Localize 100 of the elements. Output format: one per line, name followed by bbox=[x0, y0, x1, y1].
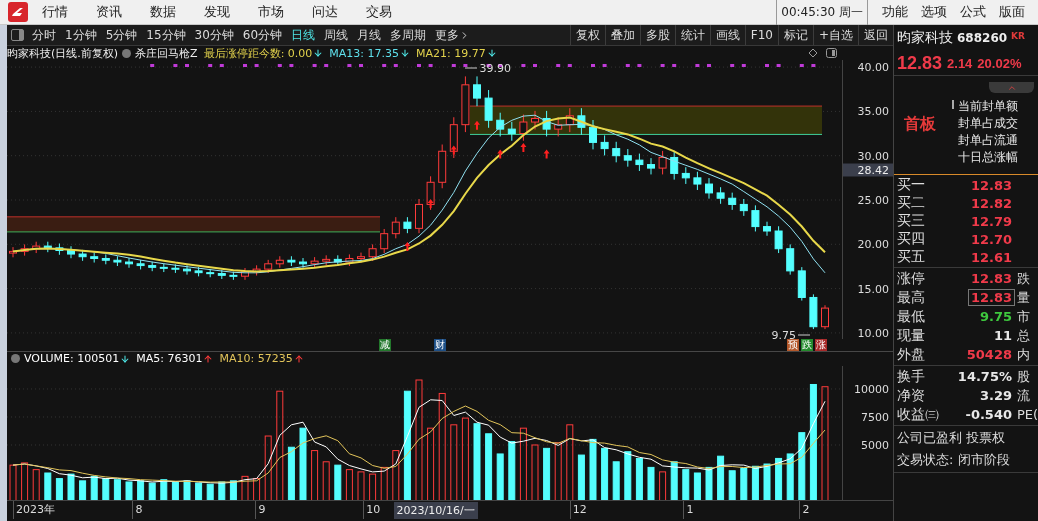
event-marker[interactable]: 减 bbox=[379, 338, 391, 351]
candle bbox=[531, 110, 539, 130]
stat-value: 3.29 bbox=[978, 387, 1013, 404]
stat-value: 12.83 bbox=[969, 270, 1013, 287]
crosshair-date: 2023/10/16/一 bbox=[393, 502, 478, 520]
stat-label: PE( bbox=[1016, 407, 1038, 422]
candle bbox=[600, 134, 609, 156]
toolbar-button[interactable]: 标记 bbox=[777, 25, 813, 45]
candle bbox=[751, 204, 760, 232]
candle bbox=[125, 257, 133, 269]
candle bbox=[20, 243, 29, 257]
stat-label: 收益㈢ bbox=[897, 405, 937, 424]
status-note: 交易状态: 闭市阶段 bbox=[896, 451, 1011, 469]
indicator-name: 杀庄回马枪Z bbox=[135, 45, 198, 61]
menu-item[interactable]: 资讯 bbox=[96, 3, 122, 21]
event-marker[interactable]: 预 bbox=[787, 338, 799, 351]
crosshair-price: 28.42 bbox=[843, 163, 893, 177]
menu-item[interactable]: 交易 bbox=[366, 3, 392, 21]
bid-price: 12.79 bbox=[969, 212, 1013, 230]
toolbar-button[interactable]: 画线 bbox=[709, 25, 745, 45]
candle bbox=[496, 112, 505, 137]
period-tab[interactable]: 1分钟 bbox=[65, 26, 97, 44]
menu-item[interactable]: 问达 bbox=[312, 3, 338, 21]
dropdown-icon[interactable] bbox=[11, 354, 20, 364]
stock-tag: KR bbox=[1011, 31, 1025, 41]
candle bbox=[55, 243, 64, 256]
menu-item[interactable]: 行情 bbox=[42, 3, 68, 21]
stat-value: 50428 bbox=[965, 346, 1013, 363]
date-label: 10 bbox=[363, 501, 381, 520]
board-metric: 封单占流通 bbox=[958, 132, 1018, 149]
candle bbox=[217, 269, 226, 280]
candle bbox=[612, 141, 621, 163]
indicator-value: MA5: 76301 bbox=[136, 352, 203, 366]
candle bbox=[380, 228, 389, 254]
stat-label: 跌 bbox=[1016, 269, 1031, 288]
candle bbox=[658, 150, 667, 175]
candle bbox=[322, 254, 331, 266]
toolbar-button[interactable]: 复权 bbox=[569, 25, 605, 45]
event-marker[interactable]: 涨 bbox=[815, 338, 827, 351]
period-tab[interactable]: 60分钟 bbox=[242, 26, 283, 44]
candle bbox=[415, 198, 423, 234]
menu-item[interactable]: 市场 bbox=[258, 3, 284, 21]
percent-change: 20.02% bbox=[977, 55, 1022, 71]
candle bbox=[693, 171, 702, 191]
stat-label: 最低 bbox=[897, 307, 926, 326]
panel-toggle-icon[interactable] bbox=[11, 29, 24, 41]
app-logo[interactable] bbox=[8, 2, 28, 22]
menu-item[interactable]: 选项 bbox=[921, 3, 947, 21]
period-tab[interactable]: 多周期 bbox=[390, 26, 427, 44]
candle bbox=[554, 116, 563, 137]
bid-label: 买五 bbox=[897, 248, 926, 266]
candle bbox=[809, 293, 818, 330]
toolbar-button[interactable]: 统计 bbox=[674, 25, 710, 45]
axis-label: 35.00 bbox=[857, 104, 889, 118]
candle bbox=[739, 198, 748, 217]
candle bbox=[577, 107, 586, 136]
period-tab[interactable]: 日线 bbox=[291, 26, 316, 44]
period-tab[interactable]: 30分钟 bbox=[194, 26, 234, 44]
toolbar-button[interactable]: 叠加 bbox=[604, 25, 640, 45]
candle bbox=[484, 89, 493, 129]
toolbar-button[interactable]: +自选 bbox=[812, 25, 858, 45]
panel-toggle-icon[interactable] bbox=[826, 48, 837, 58]
candle bbox=[78, 249, 87, 262]
menu-item[interactable]: 功能 bbox=[882, 3, 908, 21]
board-metric: 封单占成交 bbox=[958, 115, 1018, 132]
candle bbox=[148, 261, 157, 272]
toolbar-button[interactable]: F10 bbox=[744, 25, 778, 45]
menu-item[interactable]: 公式 bbox=[960, 3, 986, 21]
period-tab[interactable]: 15分钟 bbox=[146, 26, 186, 44]
period-tab[interactable]: 更多 bbox=[435, 26, 471, 44]
indicator-value: MA13: 17.35 bbox=[329, 46, 400, 60]
period-tab[interactable]: 周线 bbox=[324, 26, 349, 44]
toolbar-button[interactable]: 多股 bbox=[639, 25, 675, 45]
candle bbox=[299, 257, 307, 269]
menu-item[interactable]: 发现 bbox=[204, 3, 230, 21]
period-tab[interactable]: 月线 bbox=[357, 26, 382, 44]
menu-item[interactable]: 版面 bbox=[999, 3, 1025, 21]
candle bbox=[229, 271, 238, 281]
period-tab[interactable]: 5分钟 bbox=[105, 26, 138, 44]
dropdown-icon[interactable] bbox=[122, 48, 132, 58]
last-price: 12.83 bbox=[897, 52, 943, 74]
candle bbox=[635, 153, 644, 172]
menu-item[interactable]: 数据 bbox=[150, 3, 176, 21]
date-label: 12 bbox=[569, 501, 587, 520]
candle bbox=[426, 175, 435, 211]
event-marker[interactable]: 财 bbox=[434, 338, 446, 351]
bid-price: 12.61 bbox=[969, 248, 1013, 266]
diamond-icon[interactable] bbox=[808, 48, 818, 58]
candle bbox=[194, 266, 203, 277]
candle bbox=[43, 241, 52, 253]
stat-label: 涨停 bbox=[897, 269, 926, 288]
chart-title: 昀家科技(日线.前复权) bbox=[7, 45, 119, 61]
period-tab[interactable]: 分时 bbox=[32, 26, 56, 44]
candle bbox=[310, 256, 319, 269]
candle bbox=[241, 267, 249, 281]
event-marker[interactable]: 跌 bbox=[801, 338, 813, 351]
candle bbox=[473, 75, 481, 107]
stock-code: 688260 bbox=[957, 31, 1008, 45]
indicator-value: VOLUME: 100501 bbox=[24, 352, 120, 366]
candle bbox=[90, 252, 99, 264]
